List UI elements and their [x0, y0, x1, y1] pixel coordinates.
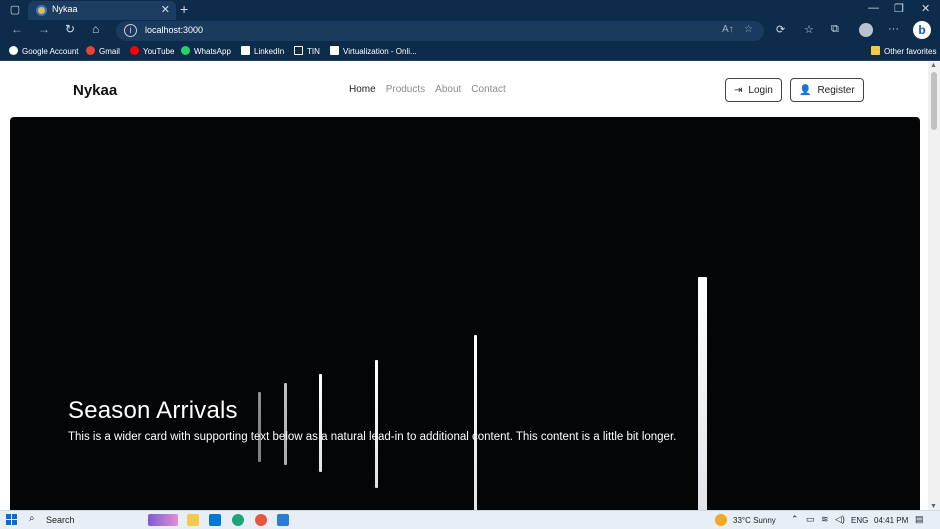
weather-text[interactable]: 33°C Sunny	[733, 516, 776, 525]
volume-icon[interactable]: ◁)	[835, 514, 845, 525]
nav-products[interactable]: Products	[386, 84, 425, 95]
gmail-icon	[86, 46, 95, 55]
hero-light-line	[319, 374, 322, 472]
bookmark-label: Virtualization - Onli...	[343, 47, 417, 56]
user-plus-icon: 👤	[799, 84, 812, 96]
bookmark-whatsapp[interactable]: WhatsApp	[181, 46, 231, 56]
firefox-icon[interactable]	[255, 514, 267, 526]
bookmark-google-account[interactable]: Google Account	[9, 46, 78, 56]
hero-title: Season Arrivals	[68, 397, 238, 424]
weather-icon[interactable]	[715, 514, 727, 526]
n-icon	[330, 46, 339, 55]
browser-toolbar: ← → ↻ ⌂ i localhost:3000 A↑ ☆ ⟳ ☆ ⧉ ··· …	[0, 20, 940, 42]
nav-contact[interactable]: Contact	[471, 84, 505, 95]
new-tab-button[interactable]: +	[180, 1, 188, 17]
scroll-up-icon[interactable]: ▲	[930, 62, 937, 69]
login-button[interactable]: ⇥ Login	[725, 78, 782, 102]
hero-light-line	[284, 383, 287, 465]
windows-start-icon[interactable]	[6, 514, 17, 525]
scroll-down-icon[interactable]: ▼	[930, 503, 937, 510]
nav-about[interactable]: About	[435, 84, 461, 95]
bookmark-linkedin[interactable]: LinkedIn	[241, 46, 284, 56]
more-icon[interactable]: ···	[888, 23, 899, 35]
page-scrollbar[interactable]: ▲ ▼	[928, 62, 940, 510]
extensions-icon[interactable]: ⟳	[776, 23, 785, 36]
restore-icon[interactable]: ❐	[894, 2, 904, 15]
nav-home[interactable]: Home	[349, 84, 376, 95]
mail-icon[interactable]	[209, 514, 221, 526]
wifi-icon[interactable]: ≋	[821, 514, 829, 525]
notification-icon[interactable]: ▤	[915, 514, 924, 525]
close-tab-icon[interactable]: ✕	[161, 3, 170, 16]
bookmark-youtube[interactable]: YouTube	[130, 46, 174, 56]
register-button[interactable]: 👤 Register	[790, 78, 864, 102]
tab-title: Nykaa	[52, 4, 78, 14]
youtube-icon	[130, 46, 139, 55]
linkedin-icon	[241, 46, 250, 55]
hero-card: Season Arrivals This is a wider card wit…	[10, 117, 920, 510]
bing-icon[interactable]: b	[913, 21, 931, 39]
bookmark-virtualization[interactable]: Virtualization - Onli...	[330, 46, 417, 56]
hero-light-line	[474, 335, 477, 510]
bookmark-tin[interactable]: TIN	[294, 46, 320, 56]
bookmark-label: Google Account	[22, 47, 79, 56]
chevron-up-icon[interactable]: ⌃	[791, 514, 799, 525]
add-favorite-icon[interactable]: ☆	[744, 24, 753, 35]
read-aloud-icon[interactable]: A↑	[722, 24, 734, 35]
bookmark-label: WhatsApp	[194, 47, 231, 56]
browser-titlebar: ▢ Nykaa ✕ + — ❐ ✕	[0, 0, 940, 20]
hero-light-line	[375, 360, 378, 488]
bookmark-label: Gmail	[99, 47, 120, 56]
widgets-icon[interactable]	[148, 514, 178, 526]
bookmark-label: YouTube	[143, 47, 175, 56]
tab-favicon-icon	[36, 5, 47, 16]
folder-icon	[871, 46, 880, 55]
brand-logo[interactable]: Nykaa	[73, 82, 117, 99]
whatsapp-icon	[181, 46, 190, 55]
page-viewport: Nykaa Home Products About Contact ⇥ Logi…	[0, 62, 928, 510]
scroll-thumb[interactable]	[931, 72, 937, 130]
back-icon[interactable]: ←	[11, 22, 23, 36]
tab-actions-icon[interactable]: ▢	[8, 3, 22, 17]
hero-light-line	[258, 392, 261, 462]
address-url[interactable]: localhost:3000	[145, 25, 203, 35]
login-label: Login	[748, 84, 773, 96]
refresh-icon[interactable]: ↻	[65, 22, 75, 36]
bookmark-gmail[interactable]: Gmail	[86, 46, 120, 56]
edge-icon[interactable]	[232, 514, 244, 526]
forward-icon[interactable]: →	[38, 22, 50, 36]
windows-taskbar: ⌕ Search 33°C Sunny ⌃ ▭ ≋ ◁) ENG 04:41 P…	[0, 510, 940, 529]
main-nav: Home Products About Contact	[349, 84, 506, 95]
google-icon	[9, 46, 18, 55]
favorites-icon[interactable]: ☆	[804, 23, 814, 36]
document-icon	[294, 46, 303, 55]
other-favorites[interactable]: Other favorites	[871, 46, 936, 56]
other-favorites-label: Other favorites	[884, 47, 937, 56]
battery-icon[interactable]: ▭	[806, 514, 815, 525]
bookmarks-bar: Google Account Gmail YouTube WhatsApp Li…	[0, 42, 940, 61]
bookmark-label: TIN	[307, 47, 320, 56]
clock-time[interactable]: 04:41 PM	[874, 516, 908, 525]
bookmark-label: LinkedIn	[254, 47, 285, 56]
browser-tab[interactable]: Nykaa ✕	[28, 1, 176, 20]
close-window-icon[interactable]: ✕	[921, 2, 930, 15]
home-icon[interactable]: ⌂	[92, 22, 99, 36]
collections-icon[interactable]: ⧉	[831, 23, 839, 36]
file-explorer-icon[interactable]	[187, 514, 199, 526]
taskbar-search[interactable]: Search	[46, 515, 75, 525]
register-label: Register	[817, 84, 855, 96]
hero-light-line	[698, 277, 707, 510]
search-icon[interactable]: ⌕	[29, 513, 35, 524]
site-info-icon[interactable]: i	[124, 24, 137, 37]
hero-text: This is a wider card with supporting tex…	[68, 431, 677, 443]
profile-avatar[interactable]	[859, 23, 873, 37]
language-indicator[interactable]: ENG	[851, 516, 868, 525]
minimize-icon[interactable]: —	[868, 2, 879, 14]
vscode-icon[interactable]	[277, 514, 289, 526]
address-bar[interactable]: i localhost:3000 A↑ ☆	[116, 21, 764, 41]
sign-in-icon: ⇥	[734, 84, 743, 96]
